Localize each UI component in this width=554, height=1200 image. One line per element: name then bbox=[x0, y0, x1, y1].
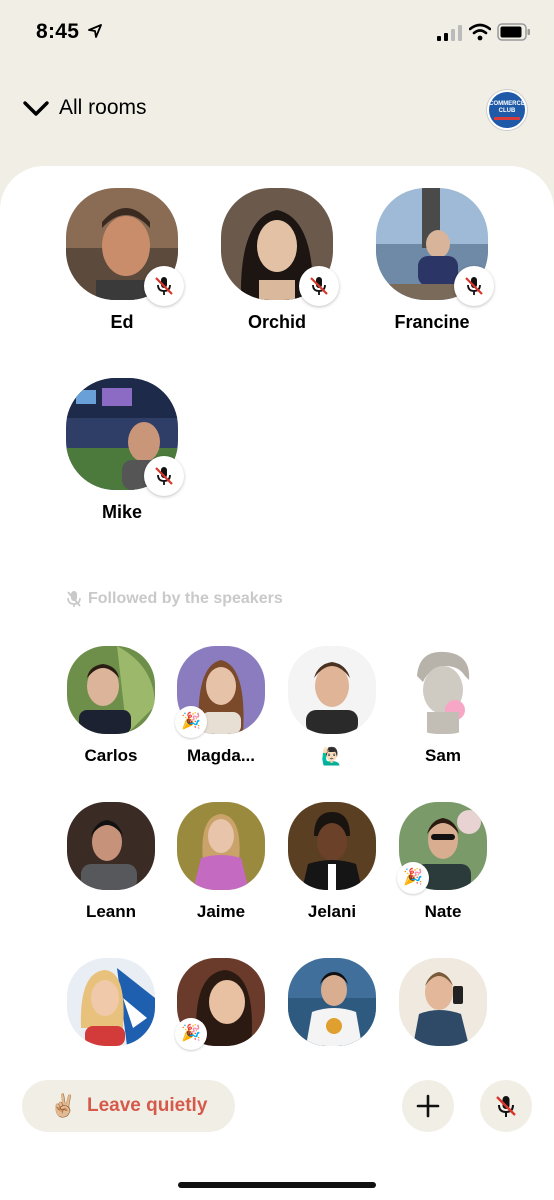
mic-muted-icon bbox=[67, 591, 81, 607]
listener-name bbox=[56, 1058, 166, 1080]
avatar bbox=[288, 958, 376, 1046]
listener-tile[interactable]: 🎉 Nate bbox=[388, 802, 498, 924]
mic-muted-icon bbox=[144, 266, 184, 306]
avatar-photo bbox=[399, 958, 487, 1046]
room-card: Ed Orchid Francine Mike Followed by the … bbox=[0, 166, 554, 1200]
speaker-tile[interactable]: Ed bbox=[52, 188, 192, 333]
mute-toggle-button[interactable] bbox=[480, 1080, 532, 1132]
avatar bbox=[67, 958, 155, 1046]
avatar bbox=[67, 802, 155, 890]
club-logo[interactable]: COMMERCE CLUB bbox=[487, 90, 527, 130]
listener-name bbox=[166, 1058, 276, 1080]
listener-name: Jelani bbox=[307, 902, 357, 921]
home-indicator bbox=[178, 1182, 376, 1188]
plus-icon bbox=[416, 1094, 440, 1118]
speaker-name: Orchid bbox=[247, 312, 306, 332]
listener-tile[interactable]: Jaime bbox=[166, 802, 276, 924]
listener-tile[interactable]: Carlos bbox=[56, 646, 166, 768]
status-time: 8:45 bbox=[36, 20, 80, 43]
avatar: 🎉 bbox=[397, 802, 487, 894]
avatar bbox=[399, 958, 487, 1046]
avatar-photo bbox=[288, 802, 376, 890]
status-bar: 8:45 bbox=[0, 0, 554, 66]
leave-quietly-button[interactable]: ✌🏼 Leave quietly bbox=[22, 1080, 235, 1132]
listener-name: Magda... bbox=[186, 746, 255, 765]
listener-tile[interactable]: Leann bbox=[56, 802, 166, 924]
wifi-icon bbox=[469, 23, 491, 41]
section-label-text: Followed by the speakers bbox=[88, 590, 283, 607]
avatar bbox=[221, 188, 339, 306]
avatar bbox=[177, 802, 265, 890]
avatar-photo bbox=[288, 646, 376, 734]
listener-name bbox=[388, 1058, 498, 1080]
party-popper-icon: 🎉 bbox=[175, 706, 207, 738]
listener-name: 🙋🏻‍♂️ bbox=[321, 747, 343, 766]
mic-muted-icon bbox=[144, 456, 184, 496]
avatar: 🎉 bbox=[175, 958, 265, 1050]
peace-hand-icon: ✌🏼 bbox=[49, 1093, 77, 1118]
listener-name: Sam bbox=[425, 746, 461, 765]
listener-name: Jaime bbox=[196, 902, 246, 921]
listener-tile[interactable]: 🎉 bbox=[166, 958, 276, 1080]
listener-tile[interactable] bbox=[277, 958, 387, 1080]
avatar bbox=[376, 188, 494, 306]
followed-by-speakers-label: Followed by the speakers bbox=[66, 590, 283, 608]
listener-tile[interactable]: 🙋🏻‍♂️ bbox=[277, 646, 387, 768]
listener-tile[interactable] bbox=[56, 958, 166, 1080]
party-popper-icon: 🎉 bbox=[175, 1018, 207, 1050]
speaker-tile[interactable]: Mike bbox=[52, 378, 192, 523]
speaker-tile[interactable]: Orchid bbox=[207, 188, 347, 333]
avatar bbox=[67, 646, 155, 734]
avatar bbox=[288, 646, 376, 734]
club-logo-text: COMMERCE CLUB bbox=[489, 100, 525, 114]
battery-icon bbox=[497, 23, 530, 41]
party-popper-icon: 🎉 bbox=[397, 862, 429, 894]
chevron-down-icon[interactable] bbox=[22, 98, 50, 120]
listener-name: Leann bbox=[85, 902, 137, 921]
mic-muted-icon bbox=[454, 266, 494, 306]
leave-quietly-label: Leave quietly bbox=[87, 1095, 208, 1116]
location-arrow-icon bbox=[88, 24, 102, 38]
avatar-photo bbox=[67, 802, 155, 890]
listener-tile[interactable]: Jelani bbox=[277, 802, 387, 924]
avatar bbox=[288, 802, 376, 890]
speaker-name: Ed bbox=[110, 312, 134, 332]
avatar bbox=[66, 378, 184, 496]
add-button[interactable] bbox=[402, 1080, 454, 1132]
avatar-photo bbox=[399, 646, 487, 734]
avatar: 🎉 bbox=[175, 646, 265, 738]
club-logo-stripe bbox=[494, 116, 520, 120]
room-header: All rooms COMMERCE CLUB bbox=[0, 84, 554, 134]
speaker-tile[interactable]: Francine bbox=[362, 188, 502, 333]
avatar bbox=[66, 188, 184, 306]
listener-tile[interactable]: 🎉 Magda... bbox=[166, 646, 276, 768]
avatar-photo bbox=[67, 646, 155, 734]
listener-name: Carlos bbox=[84, 746, 138, 765]
avatar-photo bbox=[67, 958, 155, 1046]
speaker-name: Francine bbox=[394, 312, 470, 332]
cellular-signal-icon bbox=[437, 25, 462, 41]
mic-muted-icon bbox=[299, 266, 339, 306]
all-rooms-link[interactable]: All rooms bbox=[59, 96, 147, 120]
speaker-name: Mike bbox=[101, 502, 143, 522]
avatar-photo bbox=[177, 802, 265, 890]
avatar bbox=[399, 646, 487, 734]
listener-tile[interactable] bbox=[388, 958, 498, 1080]
listener-name: Nate bbox=[424, 902, 462, 921]
avatar-photo bbox=[288, 958, 376, 1046]
mic-muted-icon bbox=[496, 1096, 516, 1117]
listener-tile[interactable]: Sam bbox=[388, 646, 498, 768]
listener-name bbox=[277, 1058, 387, 1080]
